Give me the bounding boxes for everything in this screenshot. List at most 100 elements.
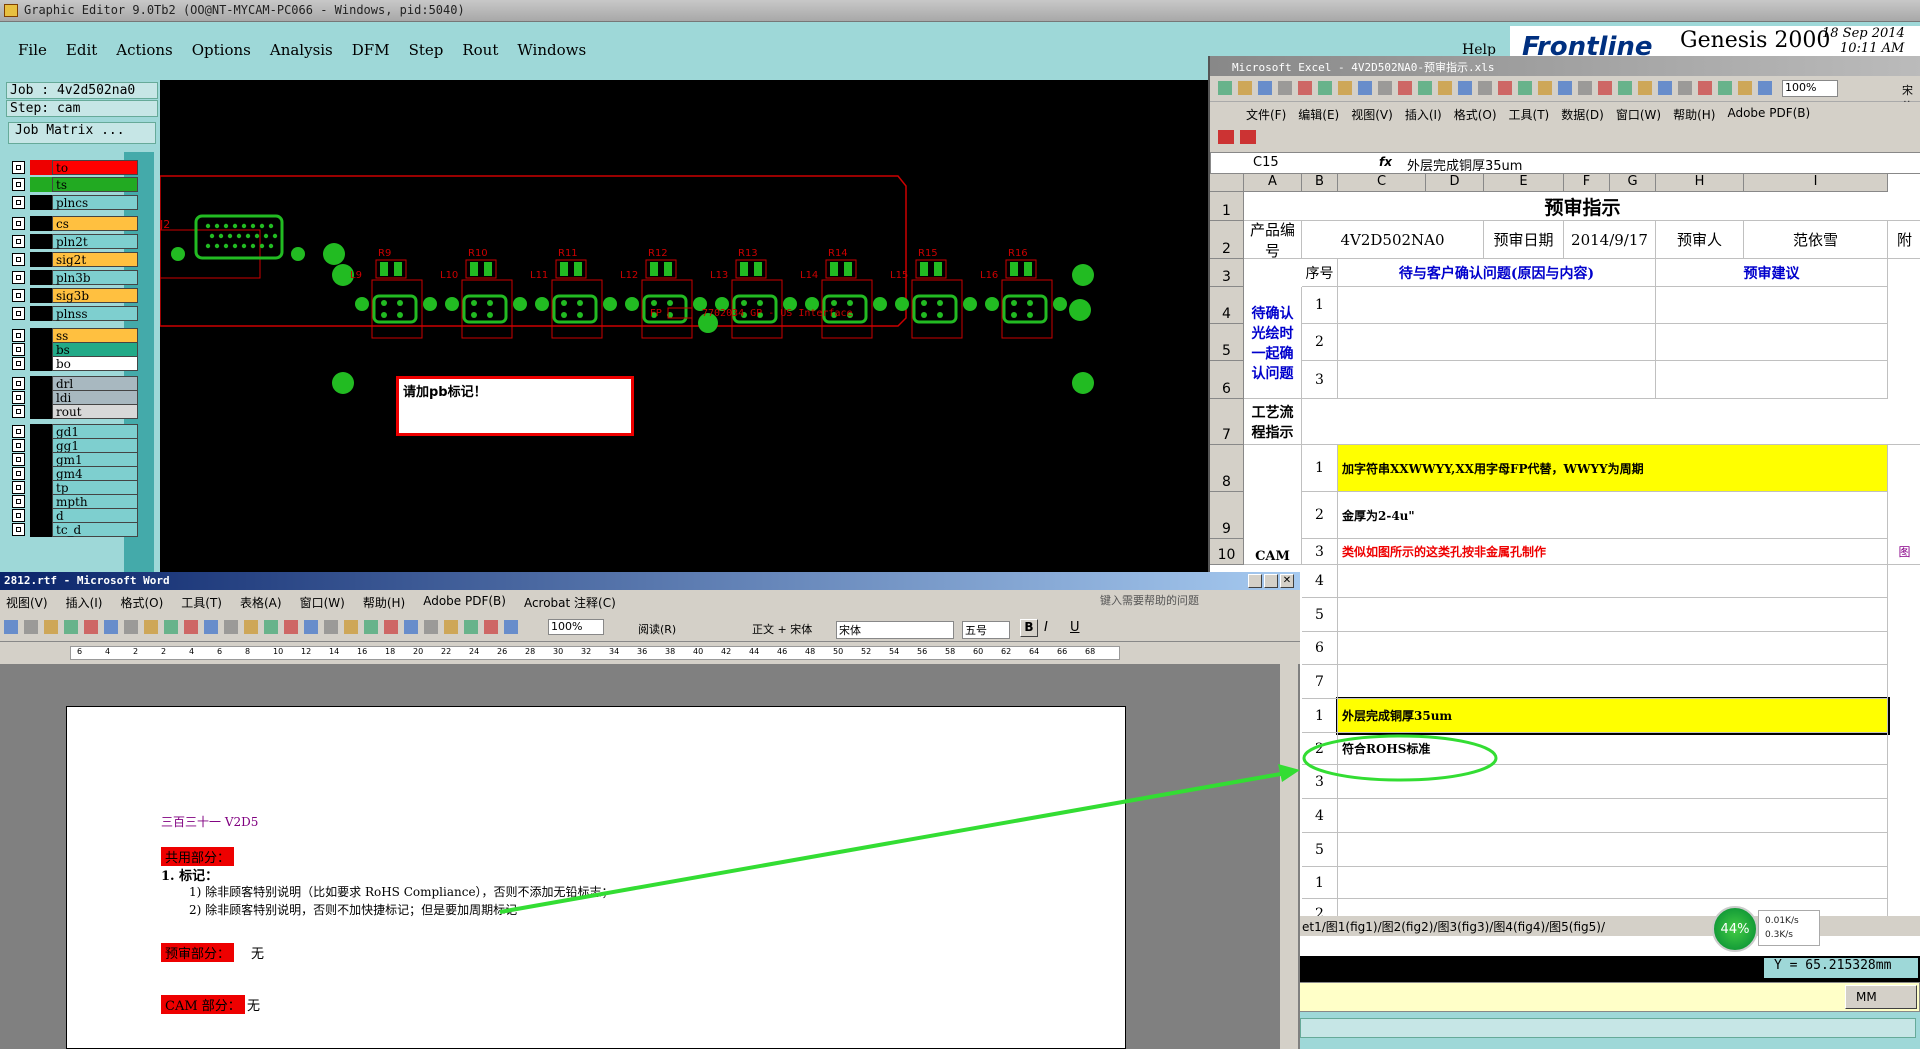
word-menu-item[interactable]: 插入(I) bbox=[66, 594, 103, 610]
font-box[interactable]: 宋体 bbox=[836, 621, 954, 639]
layer-row[interactable]: tp bbox=[12, 480, 138, 495]
layer-checkbox[interactable] bbox=[12, 439, 25, 452]
word-menu-item[interactable]: 表格(A) bbox=[240, 594, 282, 610]
word-menu-item[interactable]: 视图(V) bbox=[6, 594, 48, 610]
seq-number-cell[interactable]: 7 bbox=[1302, 665, 1338, 699]
toolbar-icon[interactable] bbox=[1238, 81, 1252, 95]
word-zoom-box[interactable]: 100% bbox=[548, 619, 604, 635]
toolbar-icon[interactable] bbox=[484, 620, 498, 634]
layer-checkbox[interactable] bbox=[12, 377, 25, 390]
layer-name[interactable]: ts bbox=[52, 177, 138, 192]
layer-name[interactable]: gm4 bbox=[52, 466, 138, 481]
seq-number-cell[interactable]: 3 bbox=[1302, 361, 1338, 399]
layer-row[interactable]: sig2t bbox=[12, 252, 138, 267]
layer-row[interactable]: gg1 bbox=[12, 438, 138, 453]
column-header[interactable]: C bbox=[1338, 174, 1426, 192]
row-header[interactable]: 3 bbox=[1210, 259, 1244, 287]
layer-row[interactable]: bs bbox=[12, 342, 138, 357]
toolbar-icon[interactable] bbox=[1618, 81, 1632, 95]
question-cell[interactable] bbox=[1338, 324, 1656, 361]
toolbar-icon[interactable] bbox=[264, 620, 278, 634]
toolbar-icon[interactable] bbox=[1758, 81, 1772, 95]
figure-link-cell[interactable]: 图 bbox=[1888, 539, 1920, 565]
excel-menu-item[interactable]: 格式(O) bbox=[1454, 106, 1497, 122]
layer-name[interactable]: pln2t bbox=[52, 234, 138, 249]
layer-checkbox[interactable] bbox=[12, 178, 25, 191]
layer-name[interactable]: d bbox=[52, 508, 138, 523]
select-all-corner[interactable] bbox=[1210, 174, 1244, 192]
seq-number-cell[interactable]: 2 bbox=[1302, 733, 1338, 765]
seq-number-cell[interactable]: 2 bbox=[1302, 492, 1338, 539]
name-box[interactable]: C15 bbox=[1213, 155, 1325, 171]
toolbar-icon[interactable] bbox=[84, 620, 98, 634]
column-header[interactable]: B bbox=[1302, 174, 1338, 192]
close-button[interactable]: ✕ bbox=[1280, 574, 1294, 588]
seq-number-cell[interactable]: 3 bbox=[1302, 539, 1338, 565]
suggest-cell[interactable] bbox=[1656, 287, 1888, 324]
word-menu-item[interactable]: 帮助(H) bbox=[363, 594, 405, 610]
column-header[interactable]: D bbox=[1426, 174, 1484, 192]
toolbar-icon[interactable] bbox=[1718, 81, 1732, 95]
layer-name[interactable]: tc_d bbox=[52, 522, 138, 537]
network-monitor[interactable]: 44% bbox=[1712, 906, 1758, 952]
word-menu-item[interactable]: 工具(T) bbox=[181, 594, 222, 610]
empty-cell[interactable] bbox=[1338, 598, 1888, 632]
column-header[interactable]: A bbox=[1244, 174, 1302, 192]
menu-dfm[interactable]: DFM bbox=[352, 41, 390, 59]
layer-checkbox[interactable] bbox=[12, 391, 25, 404]
row-header[interactable]: 7 bbox=[1210, 399, 1244, 445]
layer-name[interactable]: to bbox=[52, 160, 138, 175]
pending-label-cell[interactable]: 待确认光绘时一起确认问题 bbox=[1244, 287, 1302, 399]
spreadsheet-grid[interactable]: ABCDEFGHI 1 2 3 4 5 6 7 8 9 10 预审指示 产品编号 4V2D502N… bbox=[1210, 174, 1920, 990]
cam-row-1-cell[interactable]: 加字符串XXWWYY,XX用字母FP代替，WWYY为周期 bbox=[1338, 445, 1888, 492]
sheet-tab-list[interactable]: et1/图1(fig1)/图2(fig2)/图3(fig3)/图4(fig4)/… bbox=[1302, 918, 1605, 935]
toolbar-icon[interactable] bbox=[344, 620, 358, 634]
pdf-icon[interactable] bbox=[1218, 130, 1234, 144]
layer-row[interactable]: plncs bbox=[12, 195, 138, 210]
minimize-button[interactable] bbox=[1248, 574, 1262, 588]
excel-zoom-box[interactable]: 100% bbox=[1782, 80, 1838, 97]
menu-step[interactable]: Step bbox=[409, 41, 444, 59]
toolbar-icon[interactable] bbox=[44, 620, 58, 634]
size-box[interactable]: 五号 bbox=[962, 621, 1010, 639]
command-input[interactable] bbox=[1300, 1018, 1916, 1038]
column-header[interactable]: E bbox=[1484, 174, 1564, 192]
layer-row[interactable]: rout bbox=[12, 404, 138, 419]
toolbar-icon[interactable] bbox=[304, 620, 318, 634]
seq-number-cell[interactable]: 5 bbox=[1302, 598, 1338, 632]
layer-checkbox[interactable] bbox=[12, 495, 25, 508]
column-header[interactable]: H bbox=[1656, 174, 1744, 192]
toolbar-icon[interactable] bbox=[1358, 81, 1372, 95]
toolbar-icon[interactable] bbox=[24, 620, 38, 634]
layer-name[interactable]: mpth bbox=[52, 494, 138, 509]
toolbar-icon[interactable] bbox=[1218, 81, 1232, 95]
toolbar-icon[interactable] bbox=[124, 620, 138, 634]
seq-number-cell[interactable]: 5 bbox=[1302, 833, 1338, 867]
layer-checkbox[interactable] bbox=[12, 235, 25, 248]
layer-row[interactable]: cs bbox=[12, 216, 138, 231]
layer-row[interactable]: sig3b bbox=[12, 288, 138, 303]
toolbar-icon[interactable] bbox=[1538, 81, 1552, 95]
seq-number-cell[interactable]: 2 bbox=[1302, 324, 1338, 361]
layer-row[interactable]: pln2t bbox=[12, 234, 138, 249]
suggest-cell[interactable] bbox=[1656, 361, 1888, 399]
menu-edit[interactable]: Edit bbox=[66, 41, 97, 59]
toolbar-icon[interactable] bbox=[204, 620, 218, 634]
toolbar-icon[interactable] bbox=[1338, 81, 1352, 95]
toolbar-icon[interactable] bbox=[464, 620, 478, 634]
menu-windows[interactable]: Windows bbox=[517, 41, 586, 59]
toolbar-icon[interactable] bbox=[164, 620, 178, 634]
layer-name[interactable]: pln3b bbox=[52, 270, 138, 285]
toolbar-icon[interactable] bbox=[364, 620, 378, 634]
vertical-scrollbar[interactable] bbox=[1280, 664, 1298, 1049]
toolbar-icon[interactable] bbox=[244, 620, 258, 634]
toolbar-icon[interactable] bbox=[1558, 81, 1572, 95]
excel-menu-item[interactable]: 工具(T) bbox=[1509, 106, 1550, 122]
layer-row[interactable]: gm1 bbox=[12, 452, 138, 467]
column-header[interactable]: G bbox=[1610, 174, 1656, 192]
menu-rout[interactable]: Rout bbox=[462, 41, 498, 59]
toolbar-icon[interactable] bbox=[324, 620, 338, 634]
bold-button[interactable]: B bbox=[1020, 619, 1038, 637]
empty-cell[interactable] bbox=[1338, 565, 1888, 598]
read-button[interactable]: 阅读(R) bbox=[638, 621, 676, 637]
